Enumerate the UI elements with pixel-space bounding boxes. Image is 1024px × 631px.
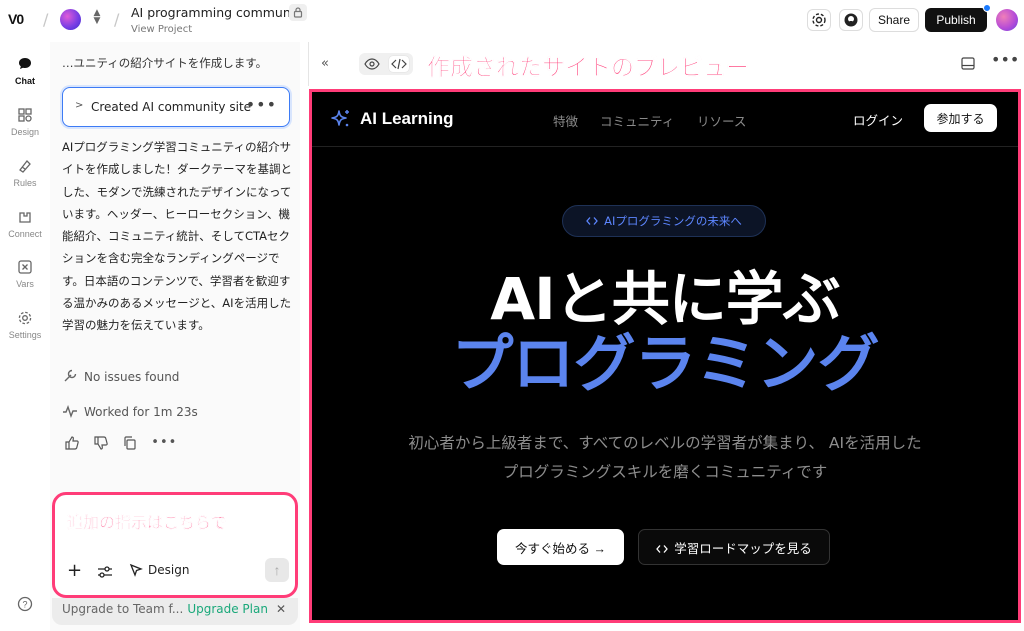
plus-icon[interactable]: + xyxy=(67,561,82,581)
chevron-right-icon: > xyxy=(75,100,84,111)
project-avatar[interactable] xyxy=(60,9,81,30)
design-icon xyxy=(18,108,32,122)
rail-item-rules[interactable]: Rules xyxy=(0,158,50,188)
share-button[interactable]: Share xyxy=(869,8,919,32)
hero-subtitle: 初心者から上級者まで、すべてのレベルの学習者が集まり、 AIを活用したプログラミ… xyxy=(408,434,922,481)
project-title[interactable]: AI programming community xyxy=(131,5,307,20)
code-icon[interactable] xyxy=(389,56,409,72)
separator: / xyxy=(43,10,49,29)
nav-link-features[interactable]: 特徴 xyxy=(553,111,578,130)
separator: / xyxy=(114,10,120,29)
more-icon[interactable]: ••• xyxy=(246,95,277,114)
github-icon[interactable] xyxy=(839,9,863,31)
join-button[interactable]: 参加する xyxy=(924,104,997,132)
start-now-button[interactable]: 今すぐ始める → xyxy=(497,529,624,565)
publish-button[interactable]: Publish xyxy=(925,8,987,32)
svg-text:?: ? xyxy=(22,600,27,610)
thumbs-up-icon[interactable] xyxy=(64,435,80,451)
thumbs-down-icon[interactable] xyxy=(93,435,109,451)
connect-icon xyxy=(19,212,31,223)
wrench-icon xyxy=(64,369,77,382)
chevron-up-down-icon[interactable]: ▲ ▼ xyxy=(90,9,104,31)
site-brand[interactable]: AI Learning xyxy=(360,109,454,129)
v0-logo[interactable]: V0 xyxy=(8,11,24,27)
upgrade-plan-link[interactable]: Upgrade Plan xyxy=(187,602,268,616)
panel-layout-icon[interactable] xyxy=(961,57,975,70)
feedback-row: ••• xyxy=(64,432,176,451)
gear-icon[interactable] xyxy=(807,9,831,31)
preview-annotation: 作成されたサイトのプレビュー xyxy=(427,55,750,82)
chat-composer[interactable]: 追加の指示はこちらで + Design ↑ xyxy=(52,492,298,598)
hero-title-line2: プログラミング xyxy=(451,327,879,400)
activity-icon xyxy=(63,404,77,419)
status-no-issues: No issues found xyxy=(62,368,179,384)
view-project-link[interactable]: View Project xyxy=(131,24,192,35)
composer-toolbar: + Design ↑ xyxy=(67,558,289,583)
send-button[interactable]: ↑ xyxy=(265,558,289,582)
chat-icon xyxy=(19,58,31,69)
notification-dot xyxy=(983,4,991,12)
more-icon[interactable]: ••• xyxy=(151,435,176,451)
settings-icon xyxy=(18,311,32,325)
close-icon[interactable]: ✕ xyxy=(276,602,286,616)
rules-icon xyxy=(19,160,31,173)
collapse-icon[interactable]: « xyxy=(321,56,329,71)
action-card[interactable]: > Created AI community site ••• xyxy=(62,87,290,127)
rail-item-design[interactable]: Design xyxy=(0,107,50,137)
chat-message-intro: …ユニティの紹介サイトを作成します。 xyxy=(62,56,268,70)
rail-item-chat[interactable]: Chat xyxy=(0,56,50,86)
preview-toolbar: « 作成されたサイトのプレビュー ••• xyxy=(308,42,1024,86)
composer-annotation: 追加の指示はこちらで xyxy=(67,513,227,532)
sparkles-icon xyxy=(331,110,349,127)
nav-link-community[interactable]: コミュニティ xyxy=(600,111,674,130)
cursor-icon xyxy=(129,563,143,577)
view-toggle xyxy=(359,53,413,75)
user-avatar[interactable] xyxy=(996,9,1018,31)
status-worked-for: Worked for 1m 23s xyxy=(62,403,198,419)
site-preview: AI Learning 特徴 コミュニティ リソース ログイン 参加する AIプ… xyxy=(309,89,1021,623)
code-icon xyxy=(586,217,598,225)
code-icon xyxy=(656,544,669,553)
sliders-icon[interactable] xyxy=(97,564,113,580)
login-link[interactable]: ログイン xyxy=(853,110,903,129)
assistant-reply: AIプログラミング学習コミュニティの紹介サイトを作成しました！ダークテーマを基調… xyxy=(62,140,292,333)
more-icon[interactable]: ••• xyxy=(991,50,1019,69)
hero-badge: AIプログラミングの未来へ xyxy=(562,205,766,237)
action-card-title: Created AI community site xyxy=(91,100,252,114)
copy-icon[interactable] xyxy=(122,435,138,451)
roadmap-button[interactable]: 学習ロードマップを見る xyxy=(638,529,830,565)
left-rail: Chat Design Rules Connect Vars Settings xyxy=(0,42,50,631)
eye-icon[interactable] xyxy=(362,56,382,72)
top-bar: V0 / ▲ ▼ / AI programming community View … xyxy=(0,0,1024,42)
chat-panel: …ユニティの紹介サイトを作成します。 > Created AI communit… xyxy=(50,42,300,631)
upgrade-banner: Upgrade to Team f... Upgrade Plan ✕ xyxy=(52,598,298,625)
rail-item-settings[interactable]: Settings xyxy=(0,310,50,340)
rail-item-connect[interactable]: Connect xyxy=(0,209,50,239)
site-header: AI Learning 特徴 コミュニティ リソース ログイン 参加する xyxy=(312,92,1018,147)
hero-title-line1: AIと共に学ぶ xyxy=(490,265,840,333)
nav-link-resources[interactable]: リソース xyxy=(697,111,746,130)
lock-icon xyxy=(289,4,307,21)
vars-icon xyxy=(18,260,32,274)
help-icon[interactable]: ? xyxy=(17,596,33,612)
design-mode-button[interactable]: Design xyxy=(129,563,189,577)
rail-item-vars[interactable]: Vars xyxy=(0,259,50,289)
